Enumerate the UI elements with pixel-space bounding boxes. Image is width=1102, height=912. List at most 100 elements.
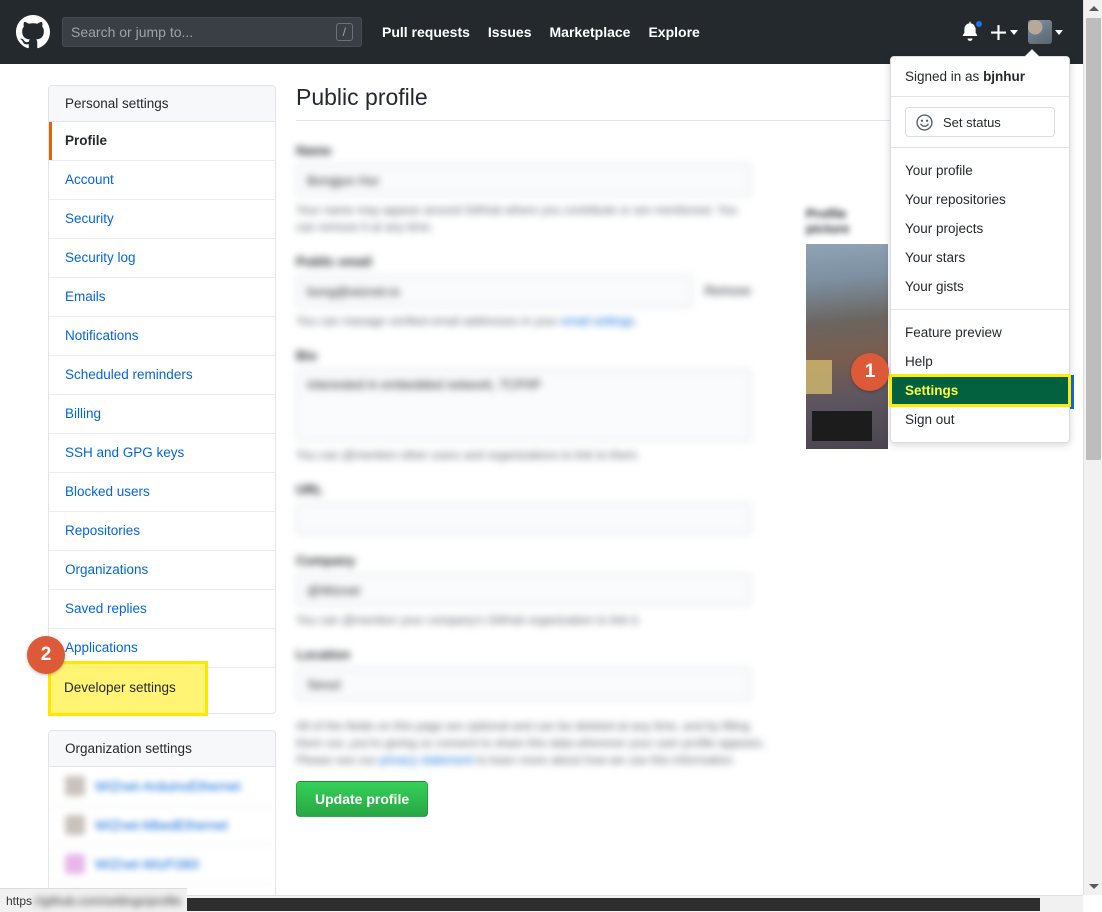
field-label: Name [296,143,332,158]
create-new-button[interactable] [990,24,1018,41]
sidebar-item-blocked-users[interactable]: Blocked users [49,473,275,512]
sidebar-item-label: Notifications [65,328,139,343]
sidebar-item-emails[interactable]: Emails [49,278,275,317]
sidebar-item-label: Blocked users [65,484,150,499]
personal-settings-title: Personal settings [49,86,275,122]
location-input[interactable]: Seoul [296,668,751,700]
personal-settings-menu: Personal settings Profile Account Securi… [48,85,276,714]
user-menu-button[interactable] [1028,20,1063,44]
consent-text: All of the fields on this page are optio… [296,718,766,769]
search-shortcut-key: / [335,23,353,41]
sidebar-item-profile[interactable]: Profile [49,122,275,161]
chevron-down-icon [1010,29,1018,35]
menu-item-your-projects[interactable]: Your projects [891,214,1069,243]
company-input[interactable]: @Wiznet [296,574,751,606]
profile-picture-label: Profile picture [806,206,850,236]
profile-photo[interactable] [806,244,888,449]
sidebar-item-account[interactable]: Account [49,161,275,200]
field-label: URL [296,482,323,497]
bio-textarea[interactable]: interested in embedded network, TCP/IP [296,369,751,441]
menu-item-help[interactable]: Help [891,347,1069,376]
search-input[interactable] [71,24,336,40]
org-label: WIZnet-WizFi360 [95,856,200,872]
developer-settings-label[interactable]: Developer settings [64,680,176,695]
sidebar-item-security-log[interactable]: Security log [49,239,275,278]
scroll-up-button[interactable] [1084,0,1102,17]
primary-nav: Pull requests Issues Marketplace Explore [382,24,700,40]
scroll-down-button[interactable] [1084,878,1102,895]
org-item[interactable]: WIZnet-MbedEthernet [49,806,275,845]
step-badge-2: 2 [27,636,65,674]
public-email-select[interactable]: bong@wiznet.io [296,275,693,307]
organization-settings-title: Organization settings [49,731,275,767]
sidebar-item-label: Security log [65,250,136,265]
field-hint: You can @mention your company's GitHub o… [296,613,641,627]
sidebar-item-security[interactable]: Security [49,200,275,239]
sidebar-item-label: Security [65,211,114,226]
status-url-blurred: ://github.com/settings/profile [32,893,182,908]
menu-item-your-profile[interactable]: Your profile [891,156,1069,185]
profile-picture-panel: Profile picture [806,206,888,449]
sidebar-item-label: Saved replies [65,601,147,616]
menu-item-sign-out[interactable]: Sign out [891,405,1069,434]
menu-item-feature-preview[interactable]: Feature preview [891,318,1069,347]
set-status-section: Set status [891,97,1069,148]
github-mark-icon[interactable] [16,15,50,49]
browser-window: / Pull requests Issues Marketplace Explo… [0,0,1102,912]
url-input[interactable] [296,503,751,535]
update-profile-button[interactable]: Update profile [296,781,429,817]
sidebar-item-scheduled-reminders[interactable]: Scheduled reminders [49,356,275,395]
sidebar-item-billing[interactable]: Billing [49,395,275,434]
menu-item-your-gists[interactable]: Your gists [891,272,1069,301]
sidebar-item-label: Repositories [65,523,141,538]
email-settings-link[interactable]: email settings [561,314,634,328]
signed-in-as: Signed in as bjnhur [891,57,1069,97]
org-item[interactable]: WIZnet-WizFi360 [49,845,275,884]
remove-email-button[interactable]: Remove [704,284,751,298]
field-label: Public email [296,254,372,269]
settings-sidebar: Personal settings Profile Account Securi… [48,85,276,912]
field-bio: Bio interested in embedded network, TCP/… [296,348,751,464]
search-box[interactable]: / [62,17,362,47]
scrollbar-vertical-thumb[interactable] [1086,18,1101,460]
plus-icon [991,24,1006,40]
user-dropdown-menu: Signed in as bjnhur Set status Your prof… [889,50,1071,443]
field-public-email: Public email bong@wiznet.io Remove You c… [296,254,751,330]
sidebar-item-saved-replies[interactable]: Saved replies [49,590,275,629]
signed-in-username: bjnhur [983,69,1026,84]
org-avatar [65,776,85,796]
hint-prefix: You can manage verified email addresses … [296,314,562,328]
notification-unread-dot [974,19,984,29]
notifications-button[interactable] [960,19,984,43]
sidebar-item-repositories[interactable]: Repositories [49,512,275,551]
dropdown-group-personal: Your profile Your repositories Your proj… [891,148,1069,310]
menu-item-your-stars[interactable]: Your stars [891,243,1069,272]
scrollbar-vertical[interactable] [1083,0,1102,895]
field-hint: You can @mention other users and organiz… [296,448,640,462]
github-header: / Pull requests Issues Marketplace Explo… [0,0,1083,64]
field-label: Bio [296,348,317,363]
sidebar-item-label: Billing [65,406,102,421]
sidebar-item-ssh-gpg-keys[interactable]: SSH and GPG keys [49,434,275,473]
smiley-icon [916,113,933,131]
scrollbar-horizontal-thumb[interactable] [160,898,1040,911]
nav-explore[interactable]: Explore [648,24,699,40]
arrow-up-icon [1088,6,1099,11]
org-avatar [65,854,85,874]
field-url: URL [296,482,751,535]
avatar [1028,20,1052,44]
nav-issues[interactable]: Issues [488,24,532,40]
sidebar-item-label: Organizations [65,562,149,577]
privacy-statement-link[interactable]: privacy statement [379,753,473,767]
name-input[interactable]: Bongjun Hur [296,164,751,196]
nav-pull-requests[interactable]: Pull requests [382,24,470,40]
set-status-button[interactable]: Set status [905,107,1055,137]
field-location: Location Seoul [296,647,751,700]
sidebar-item-organizations[interactable]: Organizations [49,551,275,590]
org-item[interactable]: WIZnet-ArduinoEthernet [49,767,275,806]
menu-item-settings[interactable]: Settings [889,374,1071,407]
nav-marketplace[interactable]: Marketplace [550,24,631,40]
sidebar-item-notifications[interactable]: Notifications [49,317,275,356]
menu-item-your-repositories[interactable]: Your repositories [891,185,1069,214]
dropdown-caret-icon [1025,50,1039,57]
